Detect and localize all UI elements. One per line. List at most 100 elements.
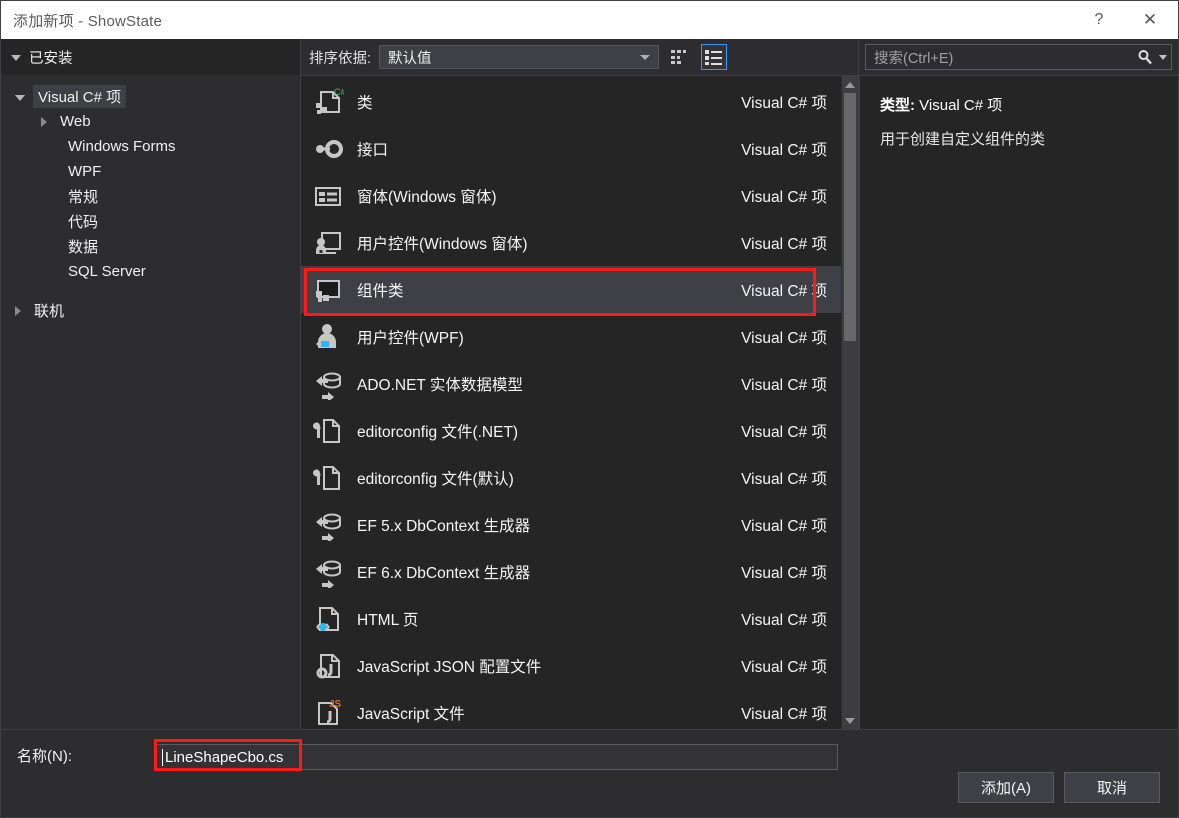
table-row[interactable]: ADO.NET 实体数据模型 Visual C# 项 xyxy=(301,360,841,407)
template-kind: Visual C# 项 xyxy=(725,91,827,113)
templates-pane: 排序依据: 默认值 xyxy=(301,39,859,729)
scroll-down-icon[interactable] xyxy=(842,712,858,729)
html-page-icon xyxy=(311,602,345,636)
table-row[interactable]: HTML 页 Visual C# 项 xyxy=(301,595,841,642)
template-name: 用户控件(WPF) xyxy=(357,326,464,348)
template-name: JavaScript 文件 xyxy=(357,702,465,724)
database-model-icon xyxy=(311,555,345,589)
template-kind: Visual C# 项 xyxy=(725,138,827,160)
table-row[interactable]: C# 类 Visual C# 项 xyxy=(301,78,841,125)
chevron-down-icon[interactable] xyxy=(1159,55,1167,60)
search-input[interactable]: 搜索(Ctrl+E) xyxy=(865,44,1172,70)
search-placeholder: 搜索(Ctrl+E) xyxy=(874,47,1137,68)
template-kind: Visual C# 项 xyxy=(725,232,827,254)
table-row[interactable]: 用户控件(Windows 窗体) Visual C# 项 xyxy=(301,219,841,266)
sidebar-item-label: Windows Forms xyxy=(63,137,181,156)
template-name: 窗体(Windows 窗体) xyxy=(357,185,497,207)
sidebar-item-web[interactable]: Web xyxy=(1,109,300,134)
scroll-up-icon[interactable] xyxy=(842,76,858,93)
title-bar: 添加新项 - ShowState ? ✕ xyxy=(1,1,1178,39)
interface-icon xyxy=(311,132,345,166)
config-file-icon xyxy=(311,414,345,448)
chevron-down-icon xyxy=(15,95,25,101)
table-row[interactable]: 窗体(Windows 窗体) Visual C# 项 xyxy=(301,172,841,219)
sort-by-select[interactable]: 默认值 xyxy=(379,45,659,69)
chevron-down-icon xyxy=(640,55,650,60)
add-button[interactable]: 添加(A) xyxy=(958,772,1054,803)
template-name: EF 5.x DbContext 生成器 xyxy=(357,514,530,536)
category-tree: Visual C# 项 Web Windows Forms WPF 常规 代码 xyxy=(1,75,300,729)
table-row[interactable]: 用户控件(WPF) Visual C# 项 xyxy=(301,313,841,360)
table-row[interactable]: editorconfig 文件(默认) Visual C# 项 xyxy=(301,454,841,501)
table-row-selected[interactable]: 组件类 Visual C# 项 xyxy=(301,266,841,313)
installed-header-label: 已安装 xyxy=(29,47,73,68)
templates-toolbar: 排序依据: 默认值 xyxy=(301,39,858,75)
file-name-input[interactable]: LineShapeCbo.cs xyxy=(156,744,838,770)
list-view-icon[interactable] xyxy=(701,44,727,70)
scrollbar-track[interactable] xyxy=(842,93,858,712)
table-row[interactable]: EF 6.x DbContext 生成器 Visual C# 项 xyxy=(301,548,841,595)
table-row[interactable]: JS JavaScript 文件 Visual C# 项 xyxy=(301,689,841,729)
tiles-view-icon[interactable] xyxy=(667,44,693,70)
sort-by-label: 排序依据: xyxy=(309,47,371,68)
text-cursor xyxy=(162,749,163,766)
template-name: editorconfig 文件(默认) xyxy=(357,467,514,489)
csharp-class-icon: C# xyxy=(311,85,345,119)
sidebar-item-label: 数据 xyxy=(63,235,103,258)
table-row[interactable]: EF 5.x DbContext 生成器 Visual C# 项 xyxy=(301,501,841,548)
list-scrollbar[interactable] xyxy=(841,76,858,729)
footer-buttons: 添加(A) 取消 xyxy=(958,772,1160,803)
add-new-item-dialog: 添加新项 - ShowState ? ✕ 已安装 Visual C# 项 Web xyxy=(0,0,1179,818)
template-details: 类型: Visual C# 项 用于创建自定义组件的类 xyxy=(859,75,1178,729)
templates-list: C# 类 Visual C# 项 xyxy=(301,76,841,729)
installed-sidebar: 已安装 Visual C# 项 Web Windows Forms WPF xyxy=(1,39,301,729)
dialog-body: 已安装 Visual C# 项 Web Windows Forms WPF xyxy=(1,39,1178,729)
sidebar-item-data[interactable]: 数据 xyxy=(1,234,300,259)
table-row[interactable]: JavaScript JSON 配置文件 Visual C# 项 xyxy=(301,642,841,689)
sidebar-item-online[interactable]: 联机 xyxy=(1,298,300,323)
templates-list-container: C# 类 Visual C# 项 xyxy=(301,75,858,729)
help-icon[interactable]: ? xyxy=(1076,1,1122,39)
template-type-label: 类型: xyxy=(880,97,915,114)
sidebar-item-wpf[interactable]: WPF xyxy=(1,159,300,184)
template-kind: Visual C# 项 xyxy=(725,467,827,489)
sidebar-item-visual-csharp[interactable]: Visual C# 项 xyxy=(1,84,300,109)
json-file-icon xyxy=(311,649,345,683)
table-row[interactable]: 接口 Visual C# 项 xyxy=(301,125,841,172)
sidebar-item-code[interactable]: 代码 xyxy=(1,209,300,234)
template-name: 接口 xyxy=(357,138,388,160)
template-kind: Visual C# 项 xyxy=(725,561,827,583)
chevron-down-icon xyxy=(11,55,21,61)
sidebar-item-label: 常规 xyxy=(63,185,103,208)
installed-header[interactable]: 已安装 xyxy=(1,39,300,75)
dialog-footer: 名称(N): LineShapeCbo.cs 添加(A) 取消 xyxy=(1,729,1178,817)
cancel-button[interactable]: 取消 xyxy=(1064,772,1160,803)
chevron-right-icon xyxy=(41,117,47,127)
scrollbar-thumb[interactable] xyxy=(844,93,856,341)
template-type-line: 类型: Visual C# 项 xyxy=(880,94,1162,115)
template-name: editorconfig 文件(.NET) xyxy=(357,420,518,442)
close-icon[interactable]: ✕ xyxy=(1122,1,1178,39)
template-description: 用于创建自定义组件的类 xyxy=(880,129,1162,150)
name-label: 名称(N): xyxy=(1,744,156,770)
template-type-value: Visual C# 项 xyxy=(919,97,1002,114)
tree-spacer xyxy=(1,284,300,298)
sidebar-item-label: Visual C# 项 xyxy=(33,85,126,108)
template-kind: Visual C# 项 xyxy=(725,702,827,724)
config-file-icon xyxy=(311,461,345,495)
template-name: 组件类 xyxy=(357,279,404,301)
sidebar-item-sql-server[interactable]: SQL Server xyxy=(1,259,300,284)
search-icon[interactable] xyxy=(1137,49,1153,65)
sidebar-item-label: WPF xyxy=(63,162,106,181)
window-controls: ? ✕ xyxy=(1076,1,1178,39)
window-title: 添加新项 - ShowState xyxy=(1,10,162,31)
chevron-right-icon xyxy=(15,306,21,316)
sidebar-item-label: 代码 xyxy=(63,210,103,233)
sidebar-item-windows-forms[interactable]: Windows Forms xyxy=(1,134,300,159)
sort-by-value: 默认值 xyxy=(388,47,432,68)
template-kind: Visual C# 项 xyxy=(725,420,827,442)
usercontrol-winform-icon xyxy=(311,226,345,260)
template-kind: Visual C# 项 xyxy=(725,279,827,301)
sidebar-item-general[interactable]: 常规 xyxy=(1,184,300,209)
table-row[interactable]: editorconfig 文件(.NET) Visual C# 项 xyxy=(301,407,841,454)
